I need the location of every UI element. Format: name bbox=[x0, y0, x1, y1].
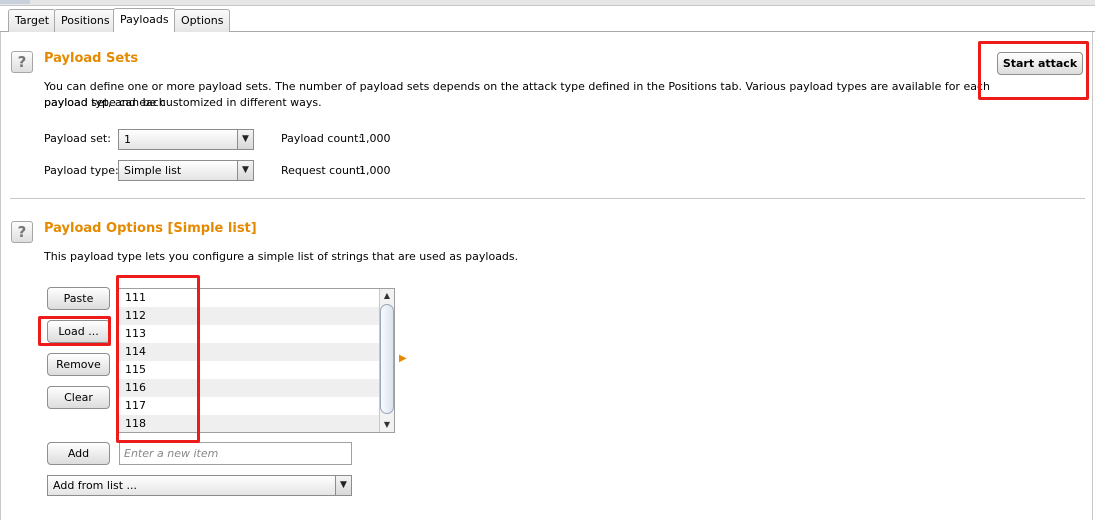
add-from-list-value: Add from list ... bbox=[53, 479, 138, 492]
payload-count-value: 1,000 bbox=[359, 132, 391, 145]
request-count-value: 1,000 bbox=[359, 164, 391, 177]
payload-set-label: Payload set: bbox=[44, 132, 111, 145]
payload-options-help-icon[interactable]: ? bbox=[11, 221, 33, 243]
payload-sets-help-icon[interactable]: ? bbox=[11, 51, 33, 73]
list-item[interactable]: 114 bbox=[119, 343, 380, 361]
chevron-down-icon: ▼ bbox=[237, 161, 253, 180]
start-attack-button[interactable]: Start attack bbox=[997, 52, 1083, 75]
list-item[interactable]: 115 bbox=[119, 361, 380, 379]
payload-count-label: Payload count: bbox=[281, 132, 363, 145]
payload-type-value: Simple list bbox=[124, 164, 182, 177]
clear-button[interactable]: Clear bbox=[47, 386, 110, 409]
payload-options-description: This payload type lets you configure a s… bbox=[44, 250, 519, 263]
tab-payloads[interactable]: Payloads bbox=[113, 8, 176, 33]
scroll-up-icon[interactable]: ▲ bbox=[380, 289, 394, 303]
window-top-strip bbox=[0, 0, 1095, 6]
payloads-panel: ? Payload Sets You can define one or mor… bbox=[0, 32, 1093, 520]
payload-sets-title: Payload Sets bbox=[44, 51, 139, 66]
add-button[interactable]: Add bbox=[47, 442, 110, 465]
list-item[interactable]: 116 bbox=[119, 379, 380, 397]
remove-button[interactable]: Remove bbox=[47, 353, 110, 376]
tab-positions[interactable]: Positions bbox=[54, 9, 117, 32]
window-top-strip-segment bbox=[0, 0, 30, 4]
request-count-label: Request count: bbox=[281, 164, 364, 177]
tab-options[interactable]: Options bbox=[174, 9, 231, 32]
payload-set-value: 1 bbox=[124, 133, 131, 146]
add-from-list-select[interactable]: Add from list ... ▼ bbox=[47, 475, 352, 496]
scroll-down-icon[interactable]: ▼ bbox=[380, 418, 394, 432]
list-item[interactable]: 117 bbox=[119, 397, 380, 415]
payload-type-label: Payload type: bbox=[44, 164, 119, 177]
payload-list[interactable]: 111 112 113 114 115 116 117 118 ▲ ▼ bbox=[118, 288, 395, 433]
tab-target[interactable]: Target bbox=[8, 9, 57, 32]
section-divider bbox=[10, 198, 1085, 199]
payload-sets-description-line2: payload type can be customized in differ… bbox=[44, 96, 322, 109]
list-scrollbar[interactable]: ▲ ▼ bbox=[379, 289, 394, 432]
list-item[interactable]: 118 bbox=[119, 415, 380, 432]
payload-type-select[interactable]: Simple list ▼ bbox=[118, 160, 254, 181]
list-item[interactable]: 112 bbox=[119, 307, 380, 325]
payload-options-title: Payload Options [Simple list] bbox=[44, 221, 257, 236]
load-button[interactable]: Load ... bbox=[47, 320, 110, 343]
list-item[interactable]: 113 bbox=[119, 325, 380, 343]
scrollbar-thumb[interactable] bbox=[380, 304, 394, 414]
chevron-down-icon: ▼ bbox=[237, 130, 253, 149]
paste-button[interactable]: Paste bbox=[47, 287, 110, 310]
expand-arrow-icon[interactable]: ▶ bbox=[399, 353, 407, 364]
payload-set-select[interactable]: 1 ▼ bbox=[118, 129, 254, 150]
list-item[interactable]: 111 bbox=[119, 289, 380, 307]
new-item-input[interactable] bbox=[119, 442, 352, 465]
chevron-down-icon: ▼ bbox=[335, 476, 351, 495]
tab-bar: Target Positions Payloads Options bbox=[0, 8, 1095, 33]
